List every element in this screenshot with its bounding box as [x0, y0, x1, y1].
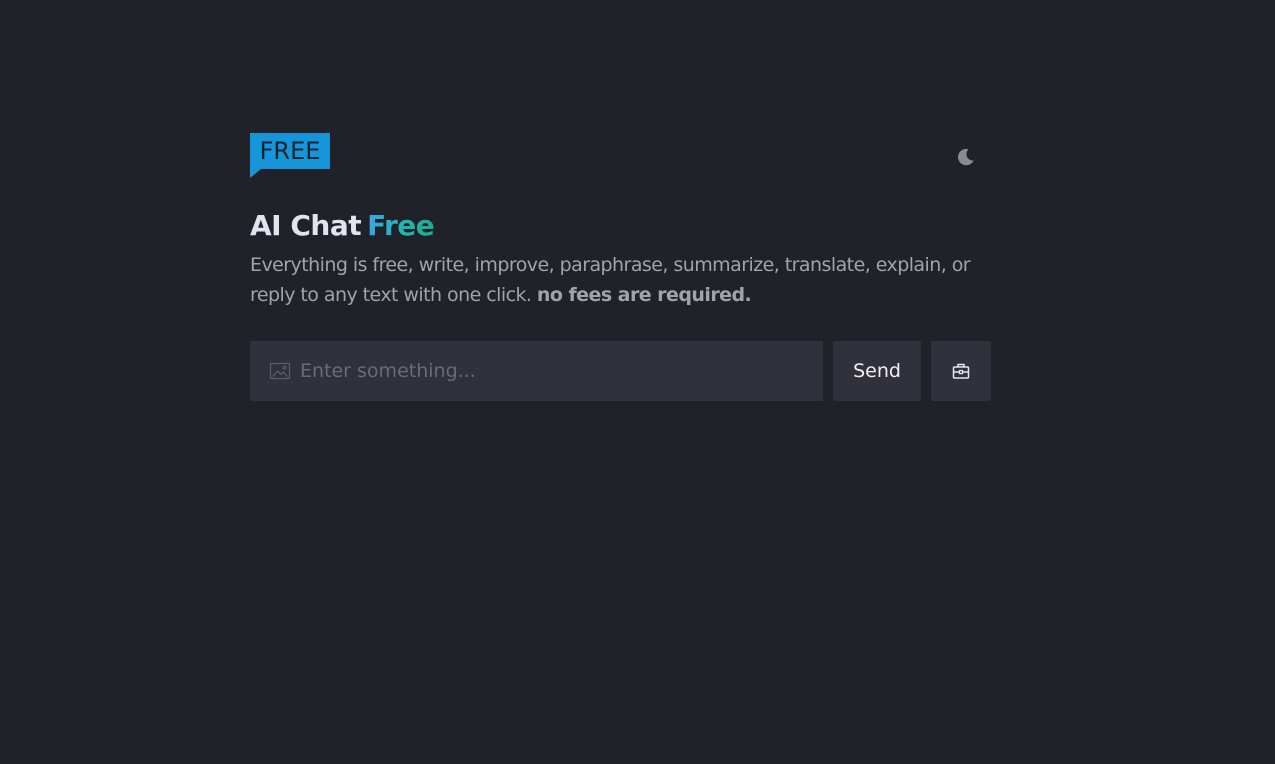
logo-text: FREE	[259, 137, 321, 165]
page-title-main: AI Chat	[250, 209, 362, 242]
toolbox-icon	[952, 363, 970, 379]
page-title-accent: Free	[367, 209, 435, 242]
logo-badge-tail	[250, 169, 261, 178]
page-description: Everything is free, write, improve, para…	[250, 250, 991, 310]
toolbox-button[interactable]	[931, 341, 991, 401]
free-logo: FREE	[250, 133, 330, 179]
chat-input-box[interactable]	[250, 341, 823, 401]
image-icon[interactable]	[269, 361, 291, 381]
description-emphasis: no fees are required.	[536, 284, 752, 306]
page-title: AI Chat Free	[250, 206, 435, 246]
theme-toggle-button[interactable]	[950, 143, 980, 171]
send-button[interactable]: Send	[833, 341, 921, 401]
moon-icon	[957, 148, 974, 166]
chat-input[interactable]	[300, 341, 810, 401]
